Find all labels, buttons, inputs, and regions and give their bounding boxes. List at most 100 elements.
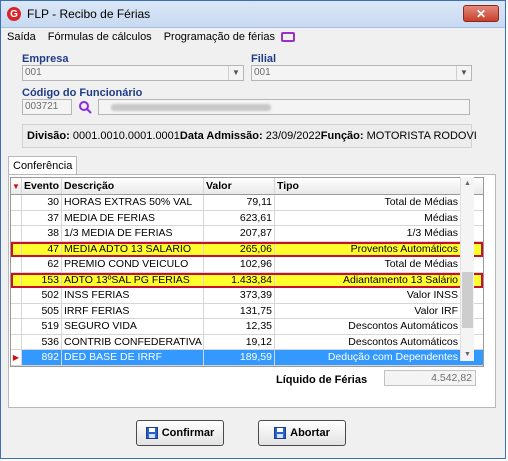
cell-tipo: 1/3 Médias [406, 227, 458, 239]
funcionario-code-input[interactable]: 003721 [22, 99, 72, 115]
cell-valor: 265,06 [204, 241, 275, 256]
chevron-down-icon[interactable]: ▼ [228, 66, 243, 80]
cell-descricao: 1/3 MEDIA DE FERIAS [62, 226, 204, 241]
cell-evento: 502 [22, 288, 62, 303]
funcionario-label: Código do Funcionário [22, 87, 143, 99]
table-row-highlighted[interactable]: 153 ADTO 13ºSAL PG FERIAS 1.433,84 Adian… [11, 272, 483, 288]
chevron-down-icon[interactable]: ▼ [456, 66, 471, 80]
cell-tipo: Valor INSS [406, 289, 458, 301]
cell-tipo: Dedução com Dependentes [327, 351, 458, 363]
scroll-down-icon[interactable]: ▼ [461, 348, 474, 361]
cell-evento: 47 [22, 241, 62, 256]
cell-tipo: Total de Médias [384, 258, 458, 270]
save-icon [145, 427, 158, 439]
header-descricao[interactable]: Descrição [62, 178, 204, 194]
menu-bar: Saída Fórmulas de cálculos Programação d… [1, 28, 505, 46]
header-valor[interactable]: Valor [204, 178, 275, 194]
cell-descricao: INSS FERIAS [62, 288, 204, 303]
table-row-selected[interactable]: ▶ 892 DED BASE DE IRRF 189,59 Dedução co… [11, 350, 483, 366]
cell-valor: 1.433,84 [204, 272, 275, 287]
admissao-label: Data Admissão: [179, 130, 263, 142]
cell-descricao: IRRF FERIAS [62, 303, 204, 318]
table-row[interactable]: 536 CONTRIB CONFEDERATIVA 19,12 Desconto… [11, 334, 483, 350]
header-evento[interactable]: Evento [22, 178, 62, 194]
cell-evento: 62 [22, 257, 62, 272]
abortar-label: Abortar [290, 427, 330, 439]
scroll-up-icon[interactable]: ▲ [461, 177, 474, 190]
abortar-button[interactable]: Abortar [258, 420, 346, 446]
cell-tipo: Médias [424, 211, 458, 224]
cell-evento: 892 [22, 350, 62, 365]
cell-valor: 207,87 [204, 226, 275, 241]
filial-value: 001 [254, 67, 271, 78]
cell-descricao: MEDIA ADTO 13 SALARIO [62, 241, 204, 256]
cell-valor: 373,39 [204, 288, 275, 303]
cell-evento: 519 [22, 319, 62, 334]
table-row[interactable]: 30 HORAS EXTRAS 50% VAL 79,11 Total de M… [11, 195, 483, 211]
cell-valor: 623,61 [204, 210, 275, 225]
table-row[interactable]: 505 IRRF FERIAS 131,75 Valor IRF [11, 303, 483, 319]
table-row[interactable]: 519 SEGURO VIDA 12,35 Descontos Automáti… [11, 319, 483, 335]
cell-tipo: Valor IRF [414, 304, 458, 317]
funcionario-name-field[interactable] [98, 99, 470, 115]
sort-indicator-icon[interactable]: ▼ [11, 178, 22, 194]
cell-descricao: PREMIO COND VEICULO [62, 257, 204, 272]
cell-valor: 12,35 [204, 319, 275, 334]
app-logo-icon: G [7, 7, 21, 21]
current-row-arrow-icon: ▶ [11, 350, 22, 365]
cell-tipo: Total de Médias [384, 196, 458, 208]
table-row[interactable]: 37 MEDIA DE FERIAS 623,61 Médias [11, 210, 483, 226]
cell-valor: 189,59 [204, 350, 275, 365]
empresa-label: Empresa [22, 53, 69, 65]
filial-label: Filial [251, 53, 277, 65]
admissao-value: 23/09/2022 [265, 130, 321, 142]
cell-evento: 30 [22, 195, 62, 210]
table-row-highlighted[interactable]: 47 MEDIA ADTO 13 SALARIO 265,06 Provento… [11, 241, 483, 257]
menu-programacao-ferias[interactable]: Programação de férias [164, 31, 275, 43]
confirmar-button[interactable]: Confirmar [136, 420, 224, 446]
close-button[interactable]: ✕ [463, 5, 499, 22]
monitor-icon[interactable] [280, 32, 295, 42]
menu-saida[interactable]: Saída [7, 31, 36, 43]
cell-descricao: HORAS EXTRAS 50% VAL [62, 195, 204, 210]
table-row[interactable]: 38 1/3 MEDIA DE FERIAS 207,87 1/3 Médias [11, 226, 483, 242]
cell-valor: 131,75 [204, 303, 275, 318]
cell-evento: 536 [22, 334, 62, 349]
menu-formulas-calculos[interactable]: Fórmulas de cálculos [48, 31, 152, 43]
cell-tipo: Proventos Automáticos [350, 242, 458, 255]
table-row[interactable]: 62 PREMIO COND VEICULO 102,96 Total de M… [11, 257, 483, 273]
header-tipo[interactable]: Tipo [275, 178, 460, 194]
grid-scrollbar[interactable]: ▲ ▼ [460, 177, 474, 361]
redacted-name [111, 104, 271, 111]
cell-descricao: ADTO 13ºSAL PG FERIAS [62, 272, 204, 287]
search-icon[interactable] [78, 100, 92, 114]
events-grid: ▼ Evento Descrição Valor Tipo 30 HORAS E… [10, 177, 484, 367]
empresa-select[interactable]: 001 ▼ [22, 65, 244, 81]
cell-tipo: Descontos Automáticos [348, 320, 458, 332]
tab-conferencia[interactable]: Conferência [8, 156, 78, 175]
cell-tipo: Adiantamento 13 Salário [343, 273, 458, 286]
funcao-label: Função: [320, 130, 364, 142]
confirmar-label: Confirmar [161, 427, 215, 439]
window-title: FLP - Recibo de Férias [27, 7, 151, 21]
divisao-value: 0001.0010.0001.0001 [72, 130, 180, 142]
cell-valor: 19,12 [204, 334, 275, 349]
filial-select[interactable]: 001 ▼ [251, 65, 472, 81]
cell-descricao: DED BASE DE IRRF [62, 350, 204, 365]
cell-evento: 37 [22, 210, 62, 225]
empresa-value: 001 [25, 67, 42, 78]
grid-header: ▼ Evento Descrição Valor Tipo [11, 178, 483, 195]
cell-descricao: MEDIA DE FERIAS [62, 210, 204, 225]
scroll-thumb[interactable] [462, 272, 473, 328]
cell-evento: 505 [22, 303, 62, 318]
cell-evento: 153 [22, 272, 62, 287]
cell-evento: 38 [22, 226, 62, 241]
liquido-value: 4.542,82 [384, 370, 476, 386]
save-icon [274, 427, 287, 439]
liquido-label: Líquido de Férias [276, 374, 368, 386]
employee-info-panel: Divisão: 0001.0010.0001.0001 Data Admiss… [22, 124, 477, 148]
divisao-label: Divisão: [27, 130, 70, 142]
funcao-value: MOTORISTA RODOVI [366, 130, 477, 142]
table-row[interactable]: 502 INSS FERIAS 373,39 Valor INSS [11, 288, 483, 304]
cell-tipo: Descontos Automáticos [348, 335, 458, 348]
